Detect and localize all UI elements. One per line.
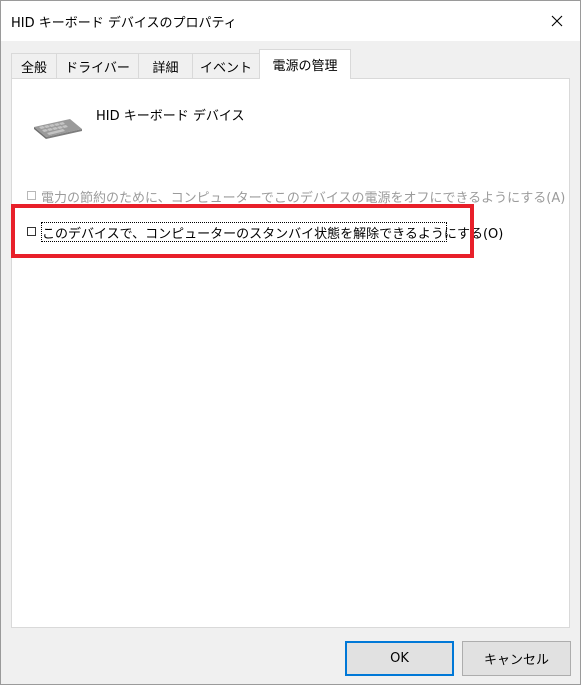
window-title: HID キーボード デバイスのプロパティ <box>11 16 237 31</box>
allow-power-off-checkbox[interactable] <box>27 191 36 200</box>
cancel-button-label: キャンセル <box>483 653 549 668</box>
tab-general[interactable]: 全般 <box>11 53 57 78</box>
ok-button[interactable]: OK <box>345 641 454 676</box>
tab-label: ドライバー <box>65 60 130 76</box>
tab-power-management[interactable]: 電源の管理 <box>259 49 351 79</box>
tab-details[interactable]: 詳細 <box>138 53 193 78</box>
tab-label: イベント <box>199 60 252 76</box>
ok-button-label: OK <box>390 651 409 666</box>
title-bar: HID キーボード デバイスのプロパティ <box>1 1 580 41</box>
cancel-button[interactable]: キャンセル <box>462 641 571 676</box>
tab-events[interactable]: イベント <box>192 53 260 78</box>
tab-driver[interactable]: ドライバー <box>56 53 139 78</box>
close-button[interactable] <box>534 1 580 41</box>
tab-label: 電源の管理 <box>272 59 338 74</box>
close-icon <box>551 15 563 27</box>
device-name: HID キーボード デバイス <box>96 109 245 124</box>
red-highlight-box <box>11 204 474 258</box>
power-management-panel: HID キーボード デバイス 電力の節約のために、コンピューターでこのデバイスの… <box>11 78 570 628</box>
tab-label: 全般 <box>20 60 47 76</box>
keyboard-icon <box>34 119 82 139</box>
tab-label: 詳細 <box>152 60 179 76</box>
properties-dialog: HID キーボード デバイスのプロパティ 全般 ドライバー 詳細 イベント 電源… <box>0 0 581 685</box>
